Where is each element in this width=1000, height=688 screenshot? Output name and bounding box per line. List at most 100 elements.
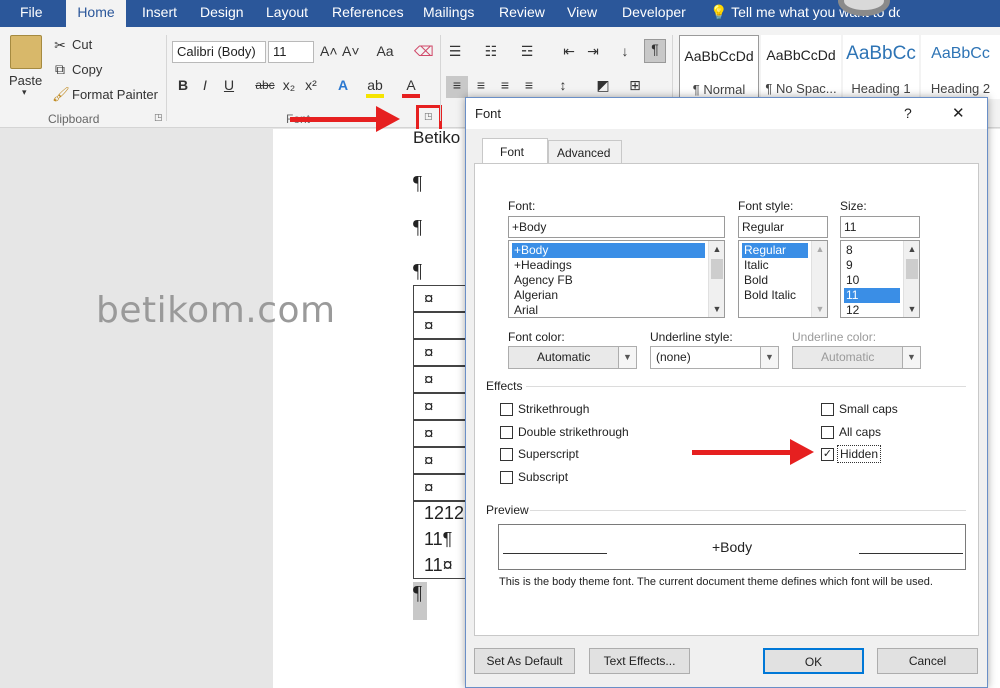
paste-icon[interactable] bbox=[10, 35, 42, 69]
list-item[interactable]: Bold bbox=[742, 273, 768, 288]
table-cell[interactable]: ¤ bbox=[413, 285, 473, 312]
table-cell[interactable]: ¤ bbox=[413, 366, 473, 393]
borders-icon[interactable]: ⊞ bbox=[626, 76, 644, 94]
font-style-list[interactable]: Regular Italic Bold Bold Italic ▲ ▼ bbox=[738, 240, 828, 318]
size-field[interactable]: 11 bbox=[840, 216, 920, 238]
strikethrough-button[interactable]: abc bbox=[252, 76, 278, 94]
table-cell[interactable]: ¤ bbox=[413, 312, 473, 339]
list-item[interactable]: Bold Italic bbox=[742, 288, 796, 303]
scroll-up-icon[interactable]: ▲ bbox=[812, 241, 827, 257]
grow-font-icon[interactable]: A˄ bbox=[320, 42, 338, 60]
table-cell[interactable]: ¤ bbox=[413, 339, 473, 366]
small-caps-checkbox[interactable] bbox=[821, 403, 834, 416]
scroll-thumb[interactable] bbox=[906, 259, 918, 279]
decrease-indent-icon[interactable]: ⇤ bbox=[560, 42, 578, 60]
italic-button[interactable]: I bbox=[198, 76, 212, 94]
list-item[interactable]: +Headings bbox=[512, 258, 572, 273]
tab-insert[interactable]: Insert bbox=[142, 0, 177, 27]
size-list[interactable]: 8 9 10 11 12 ▲ ▼ bbox=[840, 240, 920, 318]
underline-color-combo[interactable]: Automatic ▼ bbox=[792, 346, 921, 369]
table-cell[interactable]: ¤ bbox=[413, 420, 473, 447]
set-as-default-button[interactable]: Set As Default bbox=[474, 648, 575, 674]
multilevel-list-icon[interactable]: ☲ bbox=[518, 42, 536, 60]
hidden-checkbox[interactable]: ✓ bbox=[821, 448, 834, 461]
clear-formatting-icon[interactable]: ⌫ bbox=[414, 42, 434, 60]
size-list-scrollbar[interactable]: ▲ ▼ bbox=[903, 241, 919, 317]
tab-file[interactable]: File bbox=[20, 0, 43, 27]
cancel-button[interactable]: Cancel bbox=[877, 648, 978, 674]
numbering-icon[interactable]: ☷ bbox=[482, 42, 500, 60]
list-item[interactable]: Algerian bbox=[512, 288, 558, 303]
subscript-checkbox[interactable] bbox=[500, 471, 513, 484]
list-item[interactable]: 9 bbox=[844, 258, 853, 273]
text-effects-icon[interactable]: A bbox=[334, 76, 352, 94]
style-heading-1[interactable]: AaBbCc Heading 1 bbox=[843, 35, 919, 99]
tab-advanced[interactable]: Advanced bbox=[548, 140, 622, 164]
font-style-scrollbar[interactable]: ▲ ▼ bbox=[811, 241, 827, 317]
strikethrough-checkbox[interactable] bbox=[500, 403, 513, 416]
superscript-button[interactable]: x² bbox=[302, 76, 320, 94]
style-normal[interactable]: AaBbCcDd ¶ Normal bbox=[679, 35, 759, 99]
paste-button[interactable]: Paste bbox=[9, 73, 42, 88]
scroll-down-icon[interactable]: ▼ bbox=[709, 301, 724, 317]
font-color-combo[interactable]: Automatic ▼ bbox=[508, 346, 637, 369]
underline-style-combo[interactable]: (none) ▼ bbox=[650, 346, 779, 369]
font-name-field[interactable]: +Body bbox=[508, 216, 725, 238]
scroll-up-icon[interactable]: ▲ bbox=[904, 241, 919, 257]
ok-button[interactable]: OK bbox=[763, 648, 864, 674]
table-cell[interactable]: ¤ bbox=[413, 447, 473, 474]
font-dialog-launcher-icon[interactable]: ◳ bbox=[424, 111, 433, 122]
bold-button[interactable]: B bbox=[176, 76, 190, 94]
list-item[interactable]: 12 bbox=[844, 303, 859, 317]
all-caps-checkbox[interactable] bbox=[821, 426, 834, 439]
style-no-spacing[interactable]: AaBbCcDd ¶ No Spac... bbox=[761, 35, 841, 99]
shading-icon[interactable]: ◩ bbox=[594, 76, 612, 94]
list-item[interactable]: Arial bbox=[512, 303, 538, 317]
tab-layout[interactable]: Layout bbox=[266, 0, 308, 27]
tab-view[interactable]: View bbox=[567, 0, 597, 27]
tab-review[interactable]: Review bbox=[499, 0, 545, 27]
tab-font[interactable]: Font bbox=[482, 138, 548, 164]
font-list-scrollbar[interactable]: ▲ ▼ bbox=[708, 241, 724, 317]
font-name-box[interactable]: Calibri (Body) bbox=[172, 41, 266, 63]
font-list[interactable]: +Body +Headings Agency FB Algerian Arial… bbox=[508, 240, 725, 318]
list-item[interactable]: Italic bbox=[742, 258, 769, 273]
superscript-checkbox[interactable] bbox=[500, 448, 513, 461]
tab-references[interactable]: References bbox=[332, 0, 404, 27]
change-case-icon[interactable]: Aa bbox=[372, 42, 398, 60]
align-right-icon[interactable]: ≡ bbox=[496, 76, 514, 94]
font-style-field[interactable]: Regular bbox=[738, 216, 828, 238]
dialog-titlebar[interactable]: Font ? ✕ bbox=[466, 98, 987, 129]
shrink-font-icon[interactable]: A˅ bbox=[342, 42, 360, 60]
align-center-icon[interactable]: ≡ bbox=[472, 76, 490, 94]
list-item[interactable]: 11 bbox=[844, 288, 900, 303]
double-strikethrough-checkbox[interactable] bbox=[500, 426, 513, 439]
scroll-down-icon[interactable]: ▼ bbox=[812, 301, 827, 317]
tab-home[interactable]: Home bbox=[66, 0, 126, 27]
font-color-icon[interactable]: A bbox=[402, 76, 420, 98]
highlight-color-icon[interactable]: ab bbox=[366, 76, 384, 98]
align-left-icon[interactable]: ≡ bbox=[446, 76, 468, 98]
scroll-down-icon[interactable]: ▼ bbox=[904, 301, 919, 317]
cut-button[interactable]: Cut bbox=[72, 37, 92, 52]
tab-developer[interactable]: Developer bbox=[622, 0, 686, 27]
list-item[interactable]: 10 bbox=[844, 273, 859, 288]
subscript-button[interactable]: x₂ bbox=[280, 76, 298, 94]
copy-button[interactable]: Copy bbox=[72, 62, 102, 77]
font-size-box[interactable]: 11 bbox=[268, 41, 314, 63]
format-painter-button[interactable]: Format Painter bbox=[72, 87, 158, 102]
table-cell[interactable]: ¤ bbox=[413, 474, 473, 501]
bullets-icon[interactable]: ☰ bbox=[446, 42, 464, 60]
underline-button[interactable]: U bbox=[222, 76, 236, 94]
list-item[interactable]: +Body bbox=[512, 243, 705, 258]
list-item[interactable]: 8 bbox=[844, 243, 853, 258]
sort-icon[interactable]: ↓ bbox=[616, 42, 634, 60]
tab-mailings[interactable]: Mailings bbox=[423, 0, 474, 27]
list-item[interactable]: Agency FB bbox=[512, 273, 573, 288]
close-icon[interactable]: ✕ bbox=[952, 104, 965, 122]
table-cell[interactable]: ¤ bbox=[413, 393, 473, 420]
show-marks-icon[interactable]: ¶ bbox=[644, 39, 666, 63]
tab-design[interactable]: Design bbox=[200, 0, 244, 27]
help-button[interactable]: ? bbox=[904, 105, 912, 121]
increase-indent-icon[interactable]: ⇥ bbox=[584, 42, 602, 60]
